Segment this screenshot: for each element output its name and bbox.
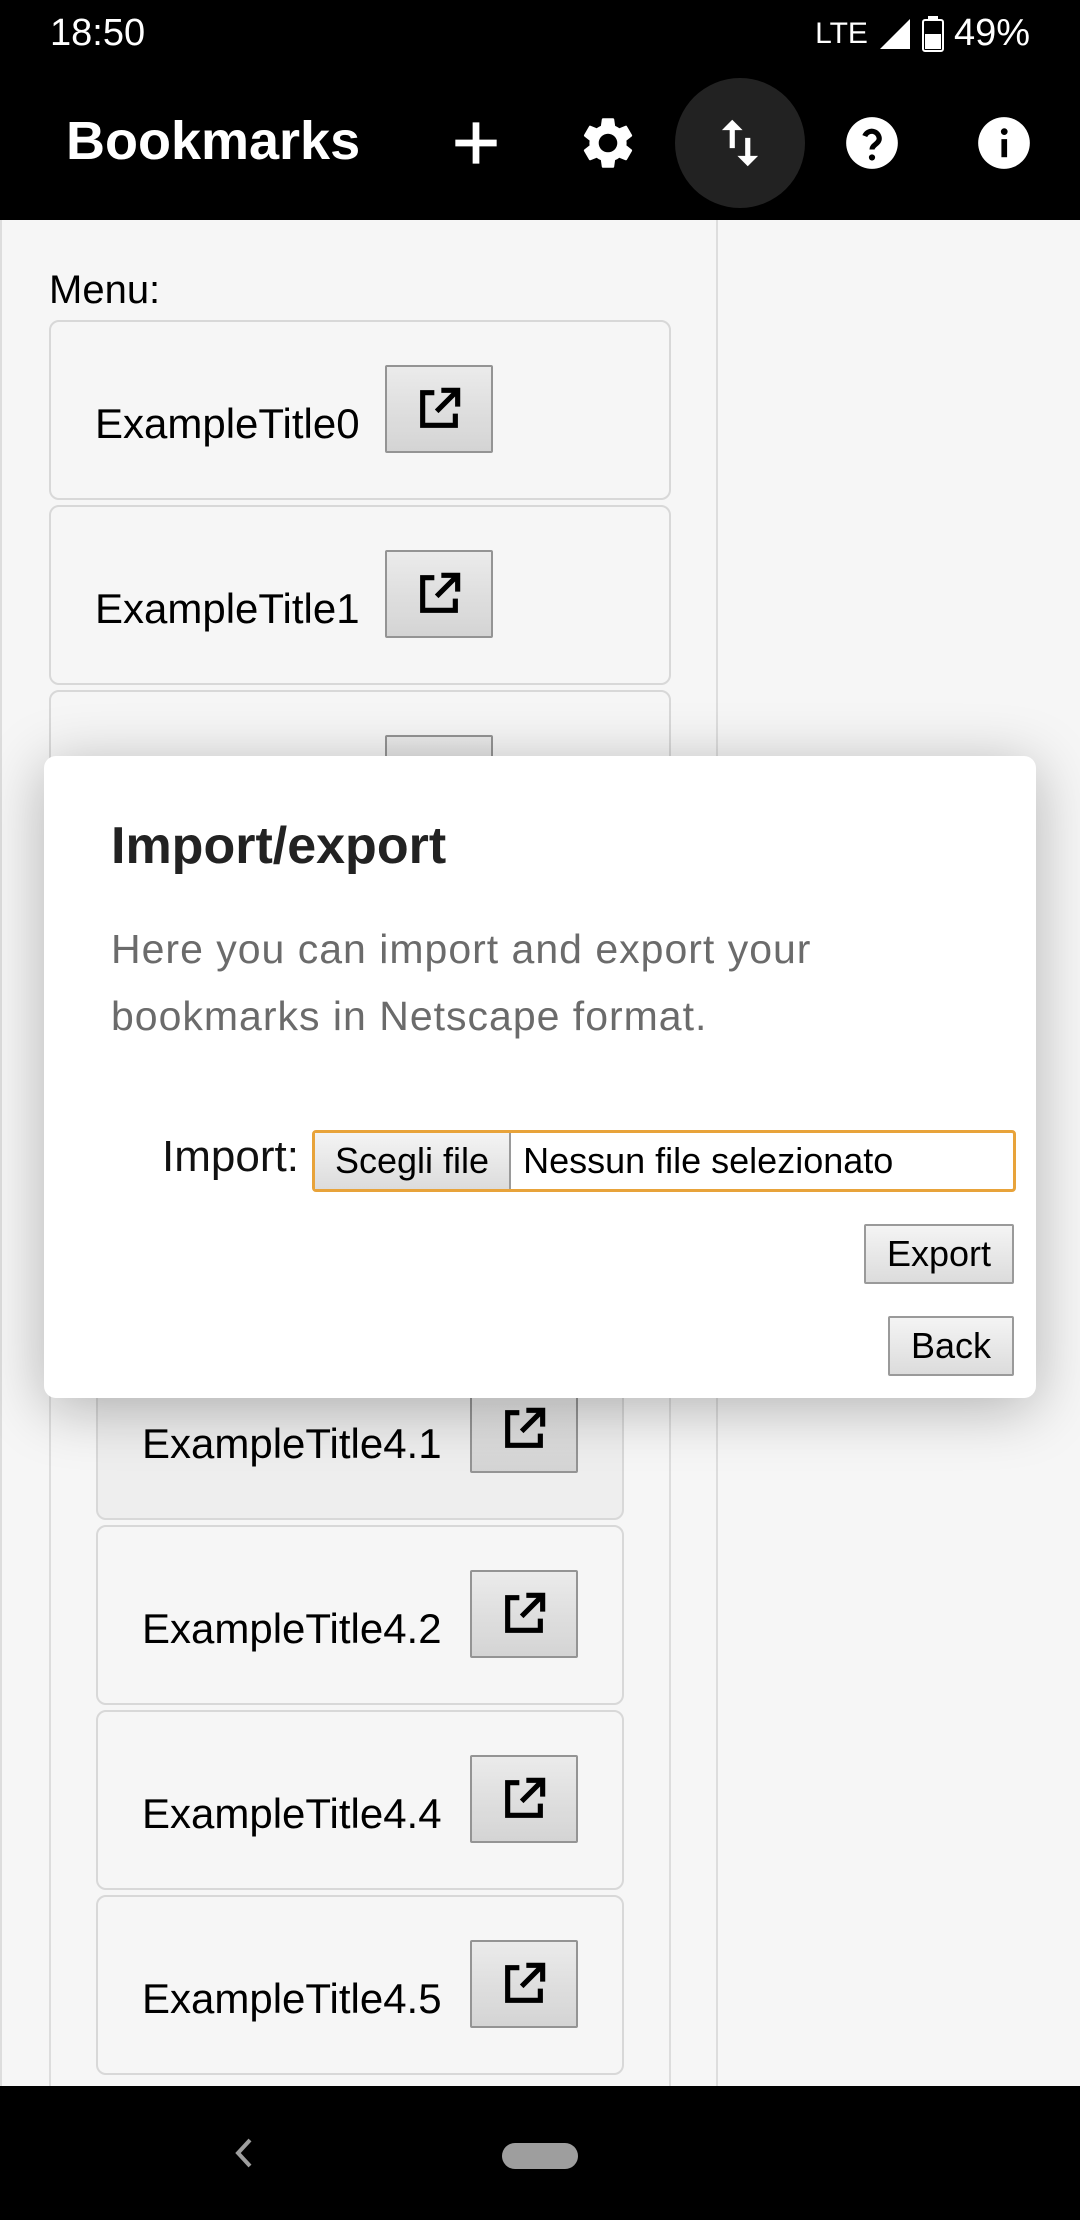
add-icon xyxy=(455,122,497,164)
dialog-title: Import/export xyxy=(111,817,447,875)
import-file-input[interactable]: Scegli file Nessun file selezionato xyxy=(312,1130,1016,1192)
import-export-button[interactable] xyxy=(675,78,805,208)
back-chevron-icon[interactable] xyxy=(222,2130,266,2176)
import-export-arrows-icon xyxy=(721,119,759,167)
app-title: Bookmarks xyxy=(66,111,361,171)
help-icon xyxy=(846,117,898,169)
app-bar: Bookmarks xyxy=(0,66,1080,220)
status-indicators: LTE 49% xyxy=(815,12,1030,55)
battery-icon xyxy=(921,15,944,52)
add-button[interactable] xyxy=(411,78,541,208)
import-export-dialog: Import/export Here you can import and ex… xyxy=(44,756,1036,1398)
choose-file-button[interactable]: Scegli file xyxy=(315,1133,512,1189)
info-button[interactable] xyxy=(939,78,1069,208)
help-button[interactable] xyxy=(807,78,937,208)
file-status-text: Nessun file selezionato xyxy=(523,1140,894,1181)
home-pill[interactable] xyxy=(502,2143,578,2169)
signal-icon xyxy=(879,18,910,49)
dialog-description: Here you can import and export your book… xyxy=(111,926,812,1039)
battery-level: 49% xyxy=(953,12,1030,54)
status-bar: 18:50 LTE 49% xyxy=(0,0,1080,66)
info-icon xyxy=(978,117,1030,169)
export-button[interactable]: Export xyxy=(863,1224,1014,1284)
network-type: LTE xyxy=(815,16,868,50)
back-button[interactable]: Back xyxy=(887,1316,1014,1376)
settings-button[interactable] xyxy=(543,78,673,208)
import-label: Import: xyxy=(162,1132,299,1181)
system-nav-bar xyxy=(0,2086,1080,2220)
status-time: 18:50 xyxy=(50,12,146,54)
settings-gear-icon xyxy=(583,118,633,168)
